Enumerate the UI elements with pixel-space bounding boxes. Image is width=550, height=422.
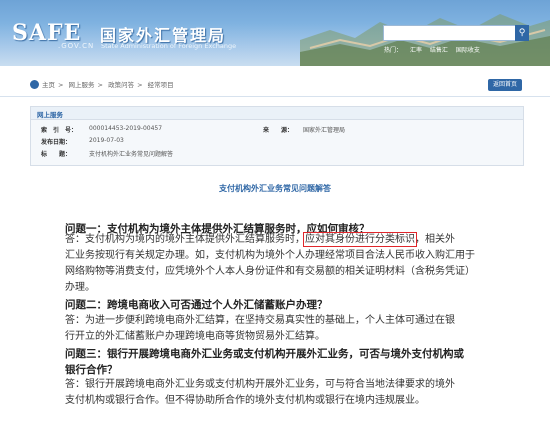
- answer-2-line-2: 行开立的外汇储蓄账户办理跨境电商等货物贸易外汇结算。: [65, 331, 325, 342]
- answer-3-line-2: 支付机构或银行合作。但不得协助所合作的境外支付机构或银行在境内违规展业。: [65, 395, 425, 406]
- search-input[interactable]: [383, 25, 525, 41]
- info-section-label: 网上服务: [37, 111, 63, 119]
- hot-link-bop[interactable]: 国际收支: [456, 47, 480, 54]
- source-label: 来 源：: [263, 127, 294, 134]
- question-3-line-1: 问题三：银行开展跨境电商外汇业务或支付机构开展外汇业务，可否与境外支付机构或: [65, 348, 464, 360]
- hot-label: 热门：: [384, 47, 403, 54]
- question-3-line-2: 银行合作？: [65, 364, 118, 376]
- breadcrumb-current[interactable]: 经常项目: [148, 81, 174, 89]
- answer-1-line-2: 汇业务按现行有关规定办理。如，支付机构为境外个人办理经常项目合法人民币收入购汇用…: [65, 250, 475, 261]
- answer-1-line-3: 网络购物等消费支付，应凭境外个人本人身份证件和有交易额的相关证明材料（含税务凭证…: [65, 266, 475, 277]
- hot-link-rate[interactable]: 汇率: [410, 47, 422, 54]
- article-title: 支付机构外汇业务常见问题解答: [219, 184, 331, 193]
- subject-label: 标 题：: [41, 151, 72, 158]
- breadcrumb-policy[interactable]: 政策问答: [108, 81, 134, 89]
- answer-3-line-1: 答：银行开展跨境电商外汇业务或支付机构开展外汇业务，可与符合当地法律要求的境外: [65, 379, 455, 390]
- index-label: 索 引 号：: [41, 127, 78, 134]
- source-value: 国家外汇管理局: [303, 127, 346, 134]
- question-2: 问题二：跨境电商收入可否通过个人外汇储蓄账户办理？: [65, 299, 328, 311]
- date-label: 发布日期：: [41, 139, 72, 146]
- breadcrumb-sep: >: [137, 81, 143, 89]
- index-value: 000014453-2019-00457: [89, 125, 163, 132]
- document-info-box: 网上服务 索 引 号： 000014453-2019-00457 来 源： 国家…: [30, 106, 524, 166]
- search-icon[interactable]: ⚲: [515, 25, 529, 41]
- answer-1-line-1: 答：支付机构为境内的境外主体提供外汇结算服务时，应对其身份进行分类标识，相关外: [65, 232, 455, 249]
- logo-domain: .GOV.CN: [58, 42, 95, 50]
- highlighted-text: 应对其身份进行分类标识: [303, 232, 417, 247]
- answer-1-line-4: 办理。: [65, 282, 95, 293]
- answer-1-text-b: ，相关外: [415, 234, 455, 245]
- site-title-en: State Administration of Foreign Exchange: [101, 42, 237, 50]
- date-value: 2019-07-03: [89, 137, 124, 144]
- breadcrumb: 主页 > 网上服务 > 政策问答 > 经常项目: [42, 79, 177, 89]
- hot-links: 热门： 汇率 结售汇 国际收支: [384, 45, 486, 54]
- breadcrumb-sep: >: [58, 81, 64, 89]
- breadcrumb-home[interactable]: 主页: [42, 81, 55, 89]
- answer-2-line-1: 答：为进一步便利跨境电商外汇结算，在坚持交易真实性的基础上，个人主体可通过在银: [65, 315, 455, 326]
- breadcrumb-sep: >: [97, 81, 103, 89]
- info-header: 网上服务: [31, 107, 523, 120]
- home-icon: [30, 80, 39, 89]
- back-home-button[interactable]: 返回首页: [488, 79, 522, 91]
- subject-value: 支付机构外汇业务常见问题解答: [89, 151, 174, 158]
- answer-1-text-a: 答：支付机构为境内的境外主体提供外汇结算服务时，: [65, 234, 305, 245]
- hot-link-fx[interactable]: 结售汇: [430, 47, 448, 54]
- breadcrumb-online[interactable]: 网上服务: [69, 81, 95, 89]
